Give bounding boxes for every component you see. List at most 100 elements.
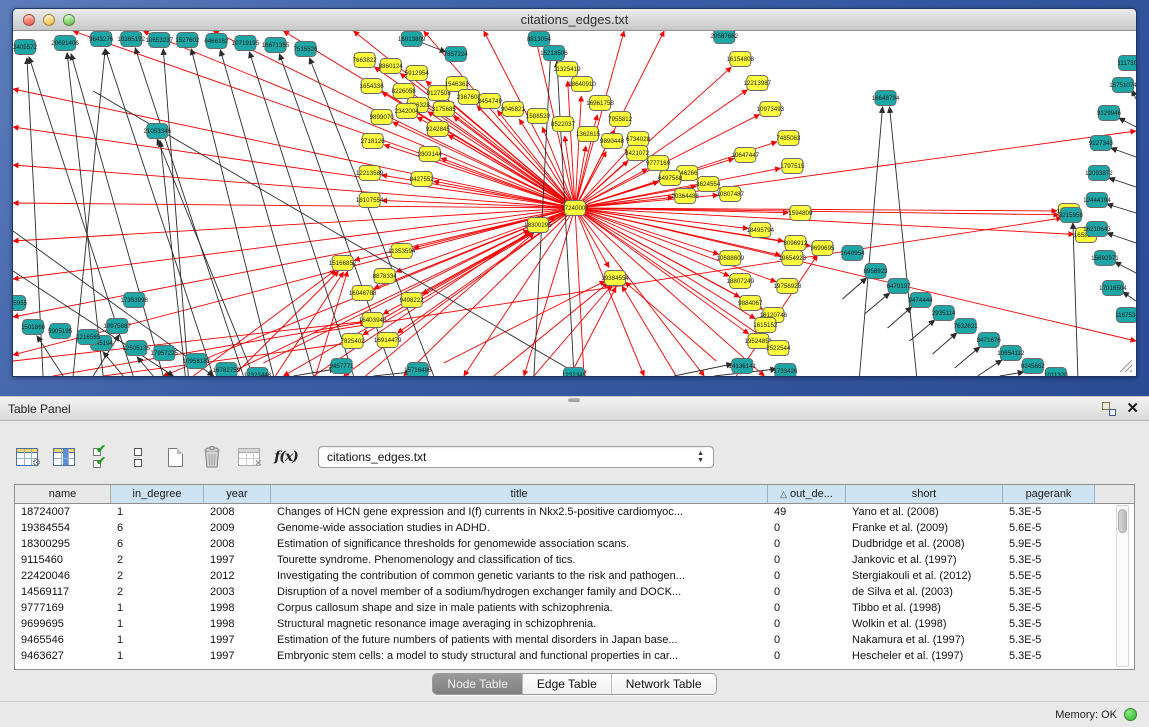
graph-node[interactable]: 14136141: [729, 359, 757, 374]
table-cell[interactable]: 0: [768, 616, 846, 632]
table-cell[interactable]: Structural magnetic resonance image aver…: [271, 616, 768, 632]
select-columns-icon[interactable]: [51, 444, 77, 470]
graph-node[interactable]: 1232345: [562, 368, 587, 377]
graph-edge[interactable]: [575, 208, 1136, 341]
table-cell[interactable]: Tourette syndrome. Phenomenology and cla…: [271, 552, 768, 568]
graph-node[interactable]: 10654112: [997, 346, 1025, 361]
graph-node[interactable]: 17957225: [150, 346, 178, 361]
column-header-name[interactable]: name: [15, 485, 111, 503]
table-row[interactable]: 946362711997Embryonic stem cells: a mode…: [15, 648, 1134, 664]
table-cell[interactable]: 9115460: [15, 552, 111, 568]
graph-node[interactable]: 17240007: [561, 201, 589, 216]
table-cell[interactable]: Stergiakouli et al. (2012): [846, 568, 1003, 584]
table-cell[interactable]: 1997: [204, 632, 271, 648]
graph-node[interactable]: 9884067: [738, 296, 763, 311]
graph-node[interactable]: 7825402: [341, 334, 366, 349]
graph-node[interactable]: 15716485: [404, 363, 432, 377]
graph-node[interactable]: 20587682: [710, 31, 738, 44]
table-cell[interactable]: Nakamura et al. (1997): [846, 632, 1003, 648]
table-cell[interactable]: 0: [768, 520, 846, 536]
column-header-short[interactable]: short: [846, 485, 1003, 503]
table-cell[interactable]: 9777169: [15, 600, 111, 616]
graph-node[interactable]: 9643276: [89, 32, 114, 47]
graph-node[interactable]: 9046821: [501, 102, 526, 117]
graph-node[interactable]: 8226058: [392, 84, 417, 99]
graph-node[interactable]: 9777169: [646, 156, 671, 171]
graph-node[interactable]: 10688609: [716, 251, 744, 266]
graph-edge[interactable]: [191, 49, 273, 376]
graph-node[interactable]: 8096912: [783, 236, 808, 251]
graph-node[interactable]: 2065955: [13, 296, 28, 311]
graph-node[interactable]: 1167534: [1115, 308, 1136, 323]
graph-edge[interactable]: [622, 286, 676, 376]
resize-grip-icon[interactable]: [1116, 356, 1134, 374]
table-cell[interactable]: Estimation of the future numbers of pati…: [271, 632, 768, 648]
table-cell[interactable]: Estimation of significance thresholds fo…: [271, 536, 768, 552]
table-row[interactable]: 1938455462009Genome-wide association stu…: [15, 520, 1134, 536]
graph-node[interactable]: 12213589: [356, 166, 384, 181]
splitter-handle[interactable]: [568, 398, 580, 402]
table-cell[interactable]: 5.3E-5: [1003, 552, 1095, 568]
zoom-button[interactable]: [63, 14, 75, 26]
function-builder-icon[interactable]: f(x): [273, 444, 299, 470]
graph-node[interactable]: 19756928: [774, 279, 802, 294]
table-cell[interactable]: Franke et al. (2009): [846, 520, 1003, 536]
graph-node[interactable]: 8860124: [379, 59, 404, 74]
graph-node[interactable]: 10719195: [232, 36, 260, 51]
table-cell[interactable]: 1: [111, 632, 204, 648]
graph-node[interactable]: 9245652: [1021, 359, 1046, 374]
table-cell[interactable]: 2: [111, 568, 204, 584]
column-header-out_de[interactable]: △out_de...: [768, 485, 846, 503]
table-row[interactable]: 1830029562008Estimation of significance …: [15, 536, 1134, 552]
graph-node[interactable]: 7515526: [293, 42, 318, 57]
column-header-in_degree[interactable]: in_degree: [111, 485, 204, 503]
table-cell[interactable]: 6: [111, 520, 204, 536]
graph-edge[interactable]: [842, 278, 866, 299]
graph-node[interactable]: 10975887: [103, 319, 131, 334]
graph-node[interactable]: 1362615: [576, 127, 601, 142]
graph-node[interactable]: 10647447: [732, 148, 760, 163]
graph-edge[interactable]: [955, 347, 980, 368]
graph-node[interactable]: 11325419: [553, 62, 581, 77]
graph-node[interactable]: 18807249: [727, 274, 755, 289]
graph-edge[interactable]: [1111, 148, 1136, 157]
vertical-scrollbar[interactable]: [1116, 505, 1129, 667]
graph-edge[interactable]: [163, 49, 188, 376]
column-header-title[interactable]: title: [271, 485, 768, 503]
graph-node[interactable]: 8215958: [1059, 208, 1084, 223]
graph-node[interactable]: 1615152: [753, 318, 778, 333]
table-cell[interactable]: 22420046: [15, 568, 111, 584]
table-cell[interactable]: 1: [111, 616, 204, 632]
graph-node[interactable]: 2522544: [766, 341, 791, 356]
table-cell[interactable]: 0: [768, 552, 846, 568]
graph-node[interactable]: 7485063: [776, 131, 801, 146]
graph-edge[interactable]: [135, 48, 243, 376]
table-cell[interactable]: 2003: [204, 584, 271, 600]
graph-node[interactable]: 19654923: [779, 251, 807, 266]
graph-nodes[interactable]: 1724000776638228860124591295482260588186…: [13, 31, 1136, 376]
graph-node[interactable]: 18495794: [747, 223, 775, 238]
graph-node[interactable]: 2342004: [395, 104, 420, 119]
table-cell[interactable]: 5.3E-5: [1003, 648, 1095, 664]
table-cell[interactable]: 0: [768, 584, 846, 600]
graph-edge[interactable]: [213, 31, 575, 208]
table-cell[interactable]: 1998: [204, 616, 271, 632]
table-cell[interactable]: de Silva et al. (2003): [846, 584, 1003, 600]
graph-node[interactable]: 1527602: [175, 33, 200, 48]
graph-edge[interactable]: [888, 307, 912, 328]
network-canvas[interactable]: 1724000776638228860124591295482260588186…: [13, 31, 1136, 376]
graph-node[interactable]: 6479197: [887, 279, 912, 294]
graph-node[interactable]: 16648794: [872, 91, 900, 106]
graph-node[interactable]: 1733426: [773, 364, 798, 377]
table-cell[interactable]: Yano et al. (2008): [846, 504, 1003, 520]
graph-node[interactable]: 18107554: [356, 193, 384, 208]
graph-node[interactable]: 20691406: [51, 36, 79, 51]
table-cell[interactable]: 0: [768, 632, 846, 648]
graph-node[interactable]: 9474444: [909, 293, 934, 308]
graph-node[interactable]: 12213987: [744, 76, 772, 91]
graph-edge[interactable]: [978, 360, 1002, 376]
graph-node[interactable]: 6466162: [204, 34, 229, 49]
graph-node[interactable]: 9457771: [330, 359, 355, 374]
graph-node[interactable]: 9890448: [600, 134, 625, 149]
graph-node[interactable]: 18640910: [568, 77, 596, 92]
